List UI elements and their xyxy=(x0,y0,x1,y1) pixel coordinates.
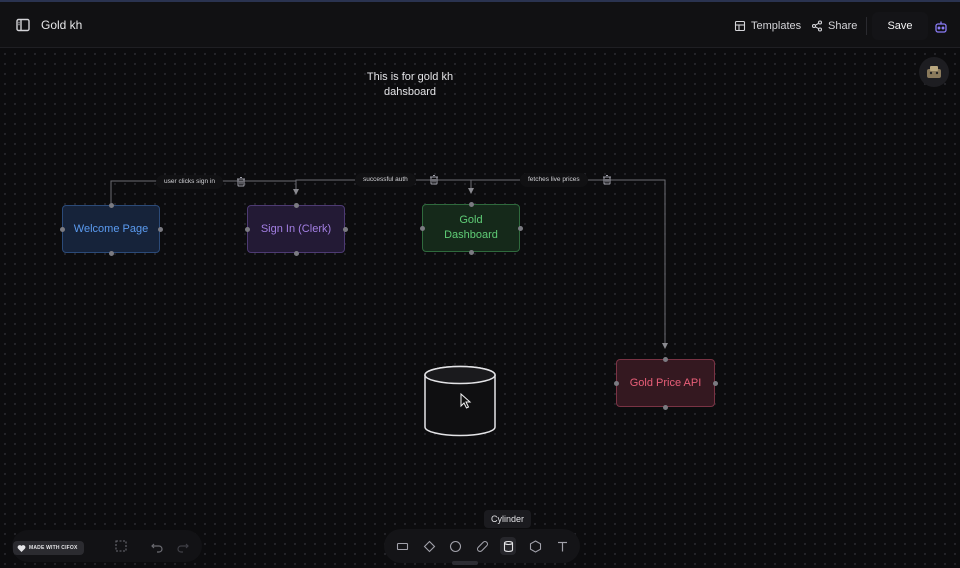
cursor-icon xyxy=(460,393,472,409)
pill-icon xyxy=(476,540,488,552)
heart-icon xyxy=(17,544,26,552)
tool-hexagon[interactable] xyxy=(527,537,543,555)
undo-icon[interactable] xyxy=(150,539,164,553)
edge-label[interactable]: successful auth xyxy=(355,173,416,187)
node-sign-in[interactable]: Sign In (Clerk) xyxy=(247,205,345,253)
share-button[interactable]: Share xyxy=(811,15,857,37)
toolbar-drag-handle[interactable] xyxy=(452,561,478,565)
connection-handle[interactable] xyxy=(517,225,523,231)
tool-rectangle[interactable] xyxy=(394,537,410,555)
avatar[interactable] xyxy=(919,57,949,87)
text-note-line: dahsboard xyxy=(384,86,436,98)
tool-diamond[interactable] xyxy=(421,537,437,555)
trash-icon[interactable] xyxy=(428,174,440,186)
top-bar: Gold kh Templates Share Save xyxy=(0,0,960,48)
layout-icon xyxy=(734,20,746,32)
save-button[interactable]: Save xyxy=(872,12,928,40)
node-gold-dashboard[interactable]: Gold Dashboard xyxy=(422,204,520,252)
connection-handle[interactable] xyxy=(419,225,425,231)
connection-handle[interactable] xyxy=(157,226,163,232)
select-area-icon[interactable] xyxy=(114,539,128,553)
diagram-canvas[interactable] xyxy=(0,49,960,568)
avatar-icon xyxy=(927,66,941,78)
connection-handle[interactable] xyxy=(59,226,65,232)
page-title[interactable]: Gold kh xyxy=(41,18,82,32)
node-gold-price-api[interactable]: Gold Price API xyxy=(616,359,715,407)
made-with-badge[interactable]: MADE WITH CIFOX xyxy=(13,541,84,555)
connection-handle[interactable] xyxy=(662,356,668,362)
tool-pill[interactable] xyxy=(474,537,490,555)
connection-handle[interactable] xyxy=(712,380,718,386)
share-label: Share xyxy=(828,20,858,32)
tool-cylinder[interactable] xyxy=(500,537,516,555)
text-icon xyxy=(557,541,567,551)
templates-button[interactable]: Templates xyxy=(734,15,801,37)
redo-icon[interactable] xyxy=(176,539,190,553)
tool-text[interactable] xyxy=(554,537,570,555)
text-note[interactable]: This is for gold kh dahsboard xyxy=(330,70,490,100)
edge-label[interactable]: fetches live prices xyxy=(520,173,588,187)
node-welcome-page[interactable]: Welcome Page xyxy=(62,205,160,253)
node-label: Gold Price API xyxy=(629,376,702,389)
toolbar-divider xyxy=(866,17,867,35)
trash-icon[interactable] xyxy=(235,176,247,188)
connection-handle[interactable] xyxy=(613,380,619,386)
text-note-line: This is for gold kh xyxy=(366,71,454,83)
node-label: Dashboard xyxy=(444,229,498,241)
robot-icon[interactable] xyxy=(933,19,949,35)
connection-handle[interactable] xyxy=(108,250,114,256)
tooltip: Cylinder xyxy=(484,510,532,528)
connection-handle[interactable] xyxy=(468,249,474,255)
node-label: Sign In (Clerk) xyxy=(260,222,332,235)
share-icon xyxy=(811,20,823,32)
node-label: Welcome Page xyxy=(73,222,149,235)
connection-handle[interactable] xyxy=(293,250,299,256)
diamond-icon xyxy=(423,540,435,552)
node-label: Gold xyxy=(459,214,483,226)
trash-icon[interactable] xyxy=(601,174,613,186)
cylinder-icon xyxy=(503,540,513,552)
templates-label: Templates xyxy=(751,20,802,32)
circle-icon xyxy=(449,540,461,552)
sidebar-icon[interactable] xyxy=(14,16,32,34)
connection-handle[interactable] xyxy=(108,202,114,208)
tool-circle[interactable] xyxy=(447,537,463,555)
hexagon-icon xyxy=(529,539,541,553)
connection-handle[interactable] xyxy=(662,404,668,410)
made-with-label: MADE WITH CIFOX xyxy=(29,545,78,551)
connection-handle[interactable] xyxy=(293,202,299,208)
connection-handle[interactable] xyxy=(244,226,250,232)
connection-handle[interactable] xyxy=(342,226,348,232)
edge-label[interactable]: user clicks sign in xyxy=(156,175,223,189)
rectangle-icon xyxy=(396,542,408,550)
connection-handle[interactable] xyxy=(468,201,474,207)
